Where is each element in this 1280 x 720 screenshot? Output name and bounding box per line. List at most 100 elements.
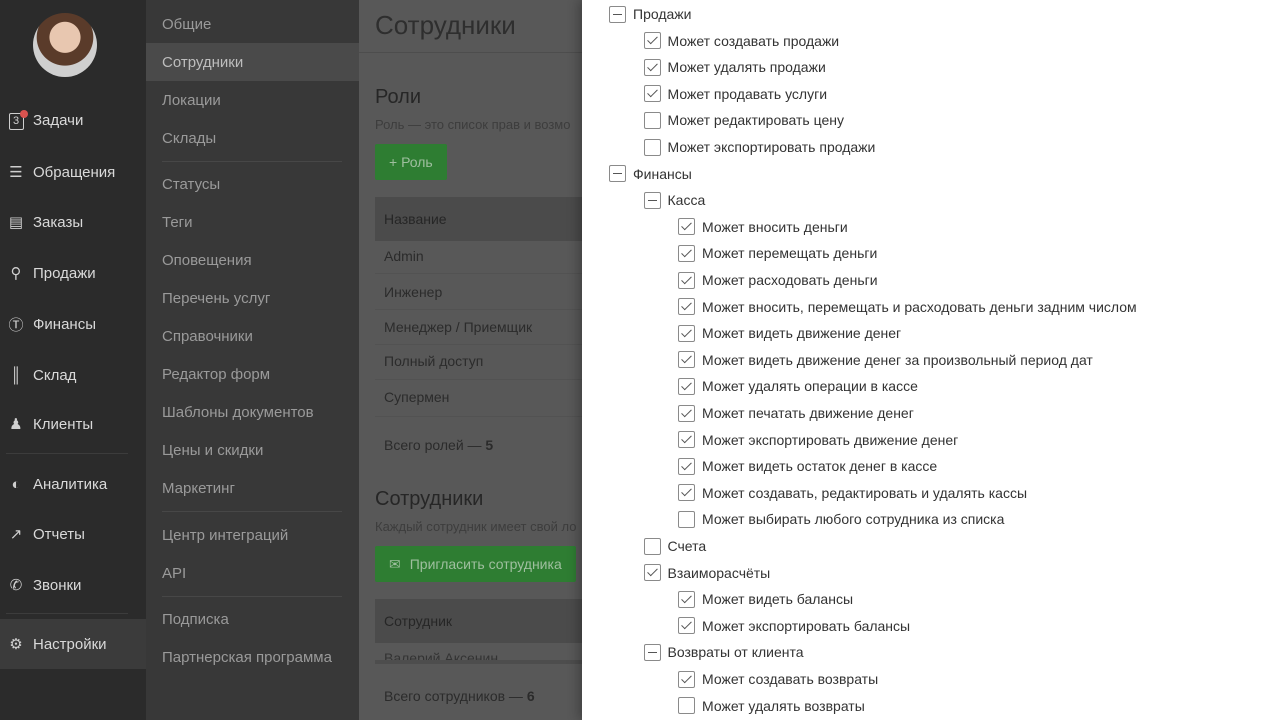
permission-checkbox[interactable]	[678, 377, 695, 395]
permission-row[interactable]: Может экспортировать движение денег	[678, 430, 958, 450]
permission-label: Может вносить, перемещать и расходовать …	[702, 298, 1137, 315]
permission-checkbox[interactable]	[678, 484, 695, 502]
permission-row[interactable]: Может продавать услуги	[643, 84, 828, 104]
menu-item-api[interactable]: API	[146, 554, 359, 592]
menu-item-locations[interactable]: Локации	[146, 81, 359, 119]
permission-row[interactable]: Может удалять продажи	[643, 57, 826, 77]
permission-row[interactable]: Может создавать продажи	[643, 31, 839, 51]
row-divider	[375, 379, 582, 380]
collapse-toggle[interactable]	[609, 5, 626, 23]
invite-employee-button[interactable]: ✉ Пригласить сотрудника	[375, 546, 576, 582]
nav-item-orders[interactable]: ▤ Заказы	[0, 197, 146, 247]
permission-checkbox[interactable]	[678, 218, 695, 236]
permission-row[interactable]: Может удалять возвраты	[678, 696, 865, 716]
permission-row[interactable]: Может удалять операции в кассе	[678, 376, 918, 396]
menu-item-employees[interactable]: Сотрудники	[146, 43, 359, 81]
permission-checkbox[interactable]	[643, 85, 661, 103]
permission-row[interactable]: Возвраты от клиента	[643, 642, 804, 662]
permission-checkbox[interactable]	[678, 510, 695, 528]
cart-icon: ⚲	[10, 265, 22, 282]
menu-item-doc-templates[interactable]: Шаблоны документов	[146, 393, 359, 431]
permission-row[interactable]: Может видеть балансы	[678, 589, 853, 609]
permission-checkbox[interactable]	[678, 431, 695, 449]
menu-item-subscription[interactable]: Подписка	[146, 600, 359, 638]
menu-item-statuses[interactable]: Статусы	[146, 165, 359, 203]
table-row[interactable]: Инженер	[375, 284, 582, 300]
menu-item-partner[interactable]: Партнерская программа	[146, 638, 359, 676]
table-row[interactable]: Супермен	[375, 389, 582, 405]
table-row[interactable]: Admin	[375, 248, 582, 264]
permission-checkbox[interactable]	[643, 564, 661, 582]
permission-checkbox[interactable]	[678, 298, 695, 316]
permission-label: Может видеть остаток денег в кассе	[702, 458, 938, 475]
nav-item-tasks[interactable]: 3 Задачи	[0, 95, 146, 145]
collapse-toggle[interactable]	[643, 643, 661, 661]
permission-row[interactable]: Может вносить деньги	[678, 217, 848, 237]
permission-label: Может создавать, редактировать и удалять…	[702, 484, 1028, 501]
table-row[interactable]: Полный доступ	[375, 353, 582, 369]
permission-row[interactable]: Может создавать возвраты	[678, 669, 878, 689]
permission-checkbox[interactable]	[678, 324, 695, 342]
permission-checkbox[interactable]	[643, 111, 661, 129]
permission-checkbox[interactable]	[643, 138, 661, 156]
permission-row[interactable]: Может вносить, перемещать и расходовать …	[678, 297, 1137, 317]
table-row[interactable]: Менеджер / Приемщик	[375, 319, 582, 335]
row-divider	[375, 416, 582, 417]
permission-row[interactable]: Касса	[643, 190, 705, 210]
menu-item-notifications[interactable]: Оповещения	[146, 241, 359, 279]
collapse-toggle[interactable]	[643, 191, 661, 209]
menu-item-directories[interactable]: Справочники	[146, 317, 359, 355]
permission-row[interactable]: Финансы	[609, 164, 692, 184]
permission-row[interactable]: Может создавать, редактировать и удалять…	[678, 483, 1027, 503]
nav-item-calls[interactable]: ✆ Звонки	[0, 560, 146, 610]
menu-item-form-editor[interactable]: Редактор форм	[146, 355, 359, 393]
permission-row[interactable]: Может перемещать деньги	[678, 243, 877, 263]
menu-item-integrations[interactable]: Центр интеграций	[146, 516, 359, 554]
permission-row[interactable]: Может выбирать любого сотрудника из спис…	[678, 509, 1004, 529]
add-role-button[interactable]: + Роль	[375, 144, 447, 180]
permission-row[interactable]: Может видеть движение денег	[678, 323, 901, 343]
menu-item-prices[interactable]: Цены и скидки	[146, 431, 359, 469]
menu-item-services[interactable]: Перечень услуг	[146, 279, 359, 317]
nav-item-settings[interactable]: ⚙ Настройки	[0, 619, 146, 669]
nav-item-warehouse[interactable]: ║ Склад	[0, 350, 146, 400]
scrollbar[interactable]	[375, 660, 582, 664]
menu-item-tags[interactable]: Теги	[146, 203, 359, 241]
permission-checkbox[interactable]	[678, 244, 695, 262]
avatar[interactable]	[33, 13, 97, 77]
menu-item-marketing[interactable]: Маркетинг	[146, 469, 359, 507]
permission-checkbox[interactable]	[643, 32, 661, 50]
permission-row[interactable]: Может видеть остаток денег в кассе	[678, 456, 937, 476]
permission-row[interactable]: Взаиморасчёты	[643, 563, 770, 583]
permission-checkbox[interactable]	[643, 58, 661, 76]
user-icon: ♟	[9, 416, 23, 433]
nav-item-sales[interactable]: ⚲ Продажи	[0, 248, 146, 298]
permission-checkbox[interactable]	[678, 351, 695, 369]
permission-checkbox[interactable]	[678, 404, 695, 422]
permission-row[interactable]: Может расходовать деньги	[678, 270, 878, 290]
permission-row[interactable]: Продажи	[609, 4, 691, 24]
permission-checkbox[interactable]	[678, 457, 695, 475]
permission-row[interactable]: Может редактировать цену	[643, 110, 844, 130]
menu-item-general[interactable]: Общие	[146, 5, 359, 43]
collapse-toggle[interactable]	[609, 165, 626, 183]
permission-label: Может продавать услуги	[667, 85, 828, 102]
nav-item-reports[interactable]: ↗ Отчеты	[0, 509, 146, 559]
permission-row[interactable]: Может экспортировать балансы	[678, 616, 910, 636]
nav-item-finance[interactable]: Ⓣ Финансы	[0, 299, 146, 349]
permission-row[interactable]: Может экспортировать продажи	[643, 137, 875, 157]
permission-checkbox[interactable]	[678, 590, 695, 608]
permission-checkbox[interactable]	[678, 271, 695, 289]
permission-row[interactable]: Может видеть движение денег за произволь…	[678, 350, 1093, 370]
permission-row[interactable]: Счета	[643, 536, 706, 556]
permission-checkbox[interactable]	[643, 537, 661, 555]
permission-checkbox[interactable]	[678, 670, 695, 688]
main-nav: 3 Задачи ☰ Обращения ▤ Заказы ⚲ Продажи …	[0, 0, 146, 720]
permission-checkbox[interactable]	[678, 697, 695, 715]
permission-row[interactable]: Может печатать движение денег	[678, 403, 914, 423]
menu-item-warehouses[interactable]: Склады	[146, 119, 359, 157]
permission-checkbox[interactable]	[678, 617, 695, 635]
nav-item-analytics[interactable]: ◐ Аналитика	[0, 459, 146, 509]
nav-item-clients[interactable]: ♟ Клиенты	[0, 399, 146, 449]
nav-item-requests[interactable]: ☰ Обращения	[0, 147, 146, 197]
